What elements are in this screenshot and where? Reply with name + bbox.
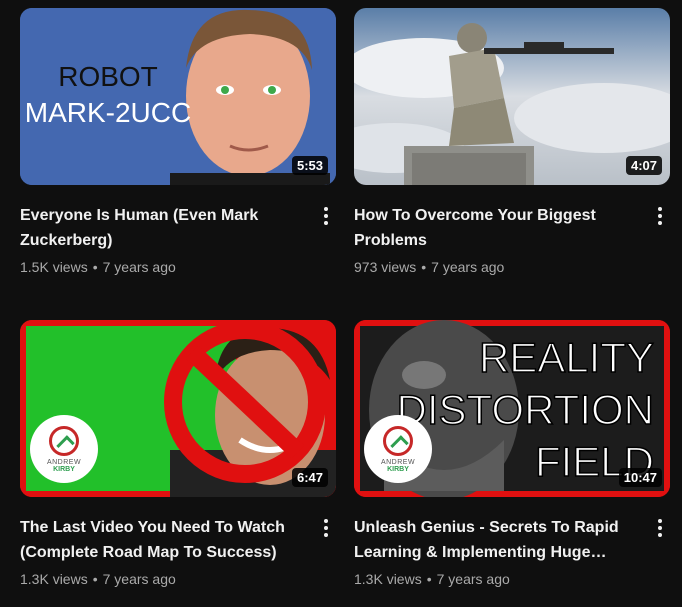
view-count: 1.5K views [20, 259, 88, 275]
duration-badge: 5:53 [291, 156, 328, 175]
upload-age: 7 years ago [102, 259, 176, 275]
video-grid: ROBOT MARK-2UCC 5:53 Everyone Is Human (… [0, 0, 682, 607]
video-title[interactable]: Unleash Genius - Secrets To Rapid Learni… [354, 515, 634, 565]
video-card[interactable]: 4:07 How To Overcome Your Biggest Proble… [354, 8, 670, 275]
logo-text-line1: ANDREW [380, 458, 416, 466]
video-meta: How To Overcome Your Biggest Problems 97… [354, 203, 670, 275]
channel-logo-icon: ANDREW KIRBY [364, 415, 432, 483]
more-actions-icon[interactable] [652, 515, 668, 541]
video-thumbnail[interactable]: 4:07 [354, 8, 670, 185]
duration-badge: 6:47 [291, 468, 328, 487]
logo-text-line2: KIRBY [387, 465, 409, 473]
video-stats: 1.5K views • 7 years ago [20, 259, 300, 275]
video-meta: Everyone Is Human (Even Mark Zuckerberg)… [20, 203, 336, 275]
view-count: 1.3K views [20, 571, 88, 587]
channel-logo-icon: ANDREW KIRBY [30, 415, 98, 483]
separator-dot: • [426, 571, 432, 587]
thumbnail-caption-line1: ROBOT [58, 61, 158, 92]
logo-text-line1: ANDREW [46, 458, 82, 466]
video-title[interactable]: How To Overcome Your Biggest Problems [354, 203, 634, 253]
video-stats: 973 views • 7 years ago [354, 259, 634, 275]
video-meta: Unleash Genius - Secrets To Rapid Learni… [354, 515, 670, 587]
separator-dot: • [421, 259, 427, 275]
upload-age: 7 years ago [431, 259, 505, 275]
thumbnail-caption-line2: DISTORTION [397, 386, 654, 433]
more-actions-icon[interactable] [318, 203, 334, 229]
video-card[interactable]: REALITY DISTORTION FIELD ANDREW KIRBY 10… [354, 320, 670, 587]
duration-badge: 4:07 [625, 156, 662, 175]
separator-dot: • [92, 259, 98, 275]
video-title[interactable]: The Last Video You Need To Watch (Comple… [20, 515, 300, 565]
upload-age: 7 years ago [102, 571, 176, 587]
video-thumbnail[interactable]: ROBOT MARK-2UCC 5:53 [20, 8, 336, 185]
more-actions-icon[interactable] [652, 203, 668, 229]
video-meta: The Last Video You Need To Watch (Comple… [20, 515, 336, 587]
logo-text-line2: KIRBY [53, 465, 75, 473]
thumbnail-art: ROBOT MARK-2UCC [20, 8, 336, 185]
video-card[interactable]: ANDREW KIRBY 6:47 The Last Video You Nee… [20, 320, 336, 587]
thumbnail-art [354, 8, 670, 185]
video-stats: 1.3K views • 7 years ago [354, 571, 634, 587]
thumbnail-caption-line2: MARK-2UCC [25, 97, 191, 128]
video-thumbnail[interactable]: REALITY DISTORTION FIELD ANDREW KIRBY 10… [354, 320, 670, 497]
video-stats: 1.3K views • 7 years ago [20, 571, 300, 587]
video-thumbnail[interactable]: ANDREW KIRBY 6:47 [20, 320, 336, 497]
view-count: 1.3K views [354, 571, 422, 587]
separator-dot: • [92, 571, 98, 587]
thumbnail-caption-line1: REALITY [479, 334, 654, 381]
upload-age: 7 years ago [436, 571, 510, 587]
video-card[interactable]: ROBOT MARK-2UCC 5:53 Everyone Is Human (… [20, 8, 336, 275]
view-count: 973 views [354, 259, 417, 275]
duration-badge: 10:47 [618, 468, 662, 487]
more-actions-icon[interactable] [318, 515, 334, 541]
video-title[interactable]: Everyone Is Human (Even Mark Zuckerberg) [20, 203, 300, 253]
